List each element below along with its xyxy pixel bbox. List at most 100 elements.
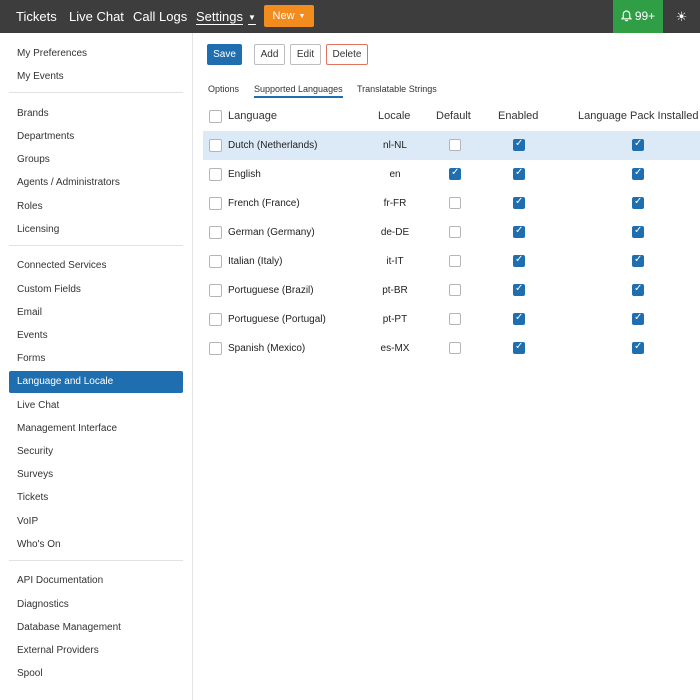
cell-locale: it-IT (386, 256, 404, 267)
enabled-checkbox[interactable] (513, 312, 525, 325)
language-pack-checkbox[interactable] (632, 138, 644, 151)
default-checkbox[interactable] (449, 197, 461, 209)
language-pack-checkbox[interactable] (632, 225, 644, 238)
sidebar-item-forms[interactable]: Forms (9, 348, 183, 370)
enabled-checkbox[interactable] (513, 254, 525, 267)
sidebar-item-live-chat[interactable]: Live Chat (9, 395, 183, 417)
sidebar-item-tickets[interactable]: Tickets (9, 487, 183, 509)
row-select-checkbox[interactable] (209, 197, 222, 210)
cell-language: Portuguese (Portugal) (228, 314, 326, 325)
nav-settings-label: Settings (196, 9, 243, 24)
select-all-checkbox[interactable] (209, 110, 222, 123)
default-checkbox[interactable] (449, 342, 461, 354)
language-pack-checkbox[interactable] (632, 312, 644, 325)
row-select-checkbox[interactable] (209, 284, 222, 297)
add-button[interactable]: Add (254, 44, 285, 65)
sidebar-divider (9, 560, 183, 561)
sidebar-item-brands[interactable]: Brands (9, 103, 183, 125)
default-checkbox[interactable] (449, 139, 461, 151)
sidebar-item-management-interface[interactable]: Management Interface (9, 418, 183, 440)
sidebar-item-events[interactable]: Events (9, 325, 183, 347)
row-select-checkbox[interactable] (209, 255, 222, 268)
delete-button[interactable]: Delete (326, 44, 368, 65)
sidebar-item-external-providers[interactable]: External Providers (9, 640, 183, 662)
default-checkbox[interactable] (449, 167, 461, 180)
language-pack-checkbox[interactable] (632, 254, 644, 267)
cell-language: French (France) (228, 198, 300, 209)
column-header-language[interactable]: Language (228, 108, 277, 124)
sidebar-item-who-s-on[interactable]: Who's On (9, 534, 183, 556)
enabled-checkbox[interactable] (513, 225, 525, 238)
notifications-button[interactable]: 99+ (613, 0, 663, 33)
column-header-language-pack-installed[interactable]: Language Pack Installed (578, 108, 698, 124)
row-select-checkbox[interactable] (209, 342, 222, 355)
sun-icon[interactable]: ☀ (663, 0, 700, 33)
edit-button[interactable]: Edit (290, 44, 321, 65)
row-select-checkbox[interactable] (209, 139, 222, 152)
nav-settings[interactable]: Settings ▼ (196, 0, 256, 33)
language-pack-checkbox[interactable] (632, 167, 644, 180)
language-pack-checkbox[interactable] (632, 196, 644, 209)
enabled-checkbox[interactable] (513, 341, 525, 354)
tab-translatable-strings[interactable]: Translatable Strings (357, 82, 437, 98)
default-checkbox[interactable] (449, 313, 461, 325)
language-pack-checkbox[interactable] (632, 341, 644, 354)
caret-down-icon: ▼ (247, 13, 256, 22)
sidebar-item-my-events[interactable]: My Events (9, 66, 183, 88)
cell-language: Portuguese (Brazil) (228, 285, 314, 296)
sidebar-item-groups[interactable]: Groups (9, 149, 183, 171)
new-button[interactable]: New ▼ (264, 5, 314, 27)
nav-call-logs[interactable]: Call Logs (133, 0, 187, 33)
table-row[interactable]: Portuguese (Portugal) pt-PT (203, 305, 700, 334)
sidebar-item-spool[interactable]: Spool (9, 663, 183, 685)
tab-options[interactable]: Options (208, 82, 239, 98)
table-row[interactable]: French (France) fr-FR (203, 189, 700, 218)
sidebar-item-email[interactable]: Email (9, 302, 183, 324)
table-row[interactable]: German (Germany) de-DE (203, 218, 700, 247)
row-select-checkbox[interactable] (209, 313, 222, 326)
top-navigation-bar: Tickets Live Chat Call Logs Settings ▼ Ne… (0, 0, 700, 33)
column-header-locale[interactable]: Locale (378, 108, 410, 124)
cell-locale: es-MX (380, 343, 410, 354)
cell-locale: fr-FR (383, 198, 407, 209)
sidebar-item-database-management[interactable]: Database Management (9, 617, 183, 639)
enabled-checkbox[interactable] (513, 167, 525, 180)
table-row[interactable]: English en (203, 160, 700, 189)
sidebar-item-diagnostics[interactable]: Diagnostics (9, 594, 183, 616)
default-checkbox[interactable] (449, 255, 461, 267)
sidebar-item-my-preferences[interactable]: My Preferences (9, 43, 183, 65)
table-row[interactable]: Italian (Italy) it-IT (203, 247, 700, 276)
sidebar-divider (9, 92, 183, 94)
default-checkbox[interactable] (449, 284, 461, 296)
sidebar-item-agents-administrators[interactable]: Agents / Administrators (9, 172, 183, 194)
language-pack-checkbox[interactable] (632, 283, 644, 296)
sidebar-item-departments[interactable]: Departments (9, 126, 183, 148)
table-row[interactable]: Dutch (Netherlands) nl-NL (203, 131, 700, 160)
sidebar-item-roles[interactable]: Roles (9, 196, 183, 218)
table-row[interactable]: Spanish (Mexico) es-MX (203, 334, 700, 363)
default-checkbox[interactable] (449, 226, 461, 238)
notifications-count: 99+ (634, 9, 656, 23)
enabled-checkbox[interactable] (513, 196, 525, 209)
sidebar-item-licensing[interactable]: Licensing (9, 219, 183, 241)
sidebar-item-custom-fields[interactable]: Custom Fields (9, 279, 183, 301)
nav-tickets[interactable]: Tickets (16, 0, 57, 33)
column-header-enabled[interactable]: Enabled (498, 108, 538, 124)
tab-supported-languages[interactable]: Supported Languages (254, 82, 343, 98)
sidebar-item-api-documentation[interactable]: API Documentation (9, 570, 183, 592)
sidebar-item-connected-services[interactable]: Connected Services (9, 255, 183, 277)
row-select-checkbox[interactable] (209, 168, 222, 181)
cell-language: Spanish (Mexico) (228, 343, 306, 354)
row-select-checkbox[interactable] (209, 226, 222, 239)
nav-live-chat[interactable]: Live Chat (69, 0, 124, 33)
save-button[interactable]: Save (207, 44, 242, 65)
column-header-default[interactable]: Default (436, 108, 471, 124)
sidebar-item-surveys[interactable]: Surveys (9, 464, 183, 486)
sidebar-item-language-and-locale[interactable]: Language and Locale (9, 371, 183, 394)
enabled-checkbox[interactable] (513, 283, 525, 296)
table-row[interactable]: Portuguese (Brazil) pt-BR (203, 276, 700, 305)
sidebar-item-security[interactable]: Security (9, 441, 183, 463)
enabled-checkbox[interactable] (513, 138, 525, 151)
caret-down-icon: ▼ (298, 13, 306, 20)
sidebar-item-voip[interactable]: VoIP (9, 511, 183, 533)
